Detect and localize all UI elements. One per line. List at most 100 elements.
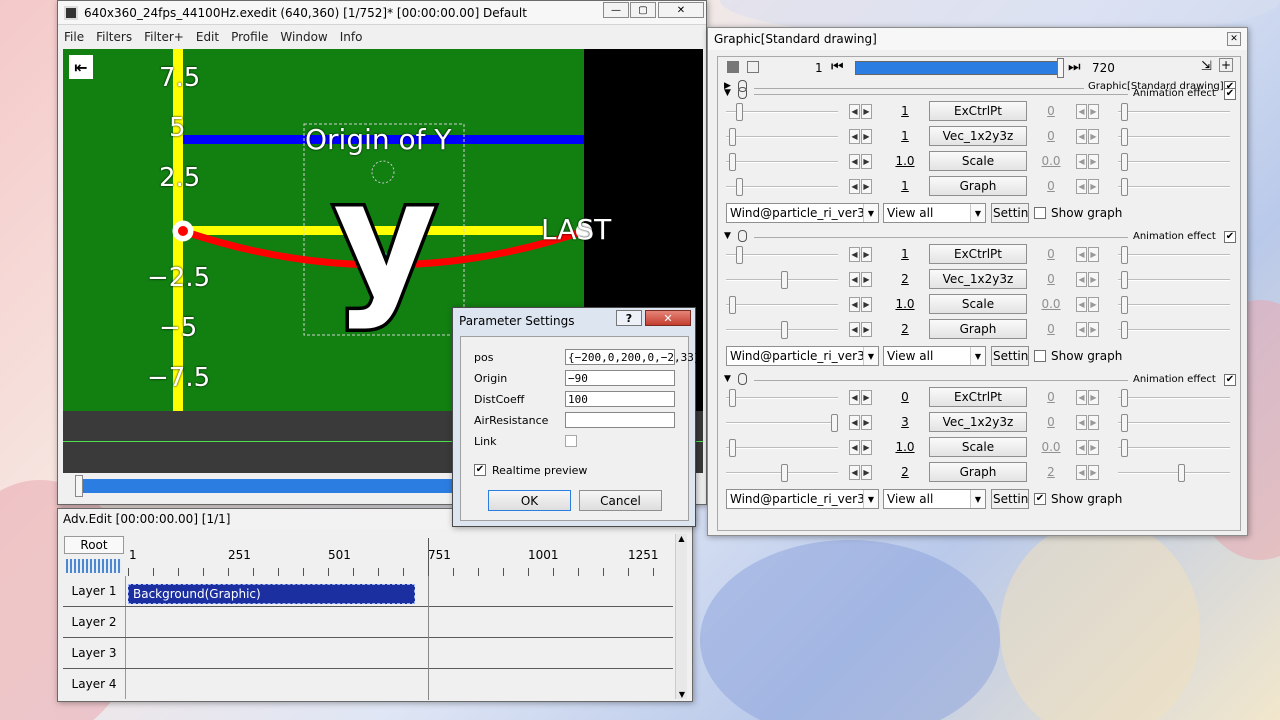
param-button[interactable]: Vec_1x2y3z (929, 269, 1027, 289)
right-slider-track[interactable] (1118, 161, 1230, 163)
right-value[interactable]: 0 (1039, 322, 1063, 336)
right-slider-track[interactable] (1118, 447, 1230, 449)
increment-arrow[interactable]: ▶ (861, 297, 872, 312)
collapse-arrow-icon[interactable]: ▼ (724, 231, 731, 241)
distcoeff-field[interactable]: 100 (565, 391, 675, 407)
close-button[interactable]: ✕ (658, 2, 704, 18)
clip-background-graphic[interactable]: Background(Graphic) (128, 584, 415, 604)
decrement-arrow[interactable]: ◀ (849, 179, 860, 194)
view-select[interactable]: View all ▼ (883, 346, 986, 366)
decrement-arrow[interactable]: ◀ (1076, 415, 1087, 430)
left-slider-track[interactable] (726, 447, 838, 449)
right-value[interactable]: 0.0 (1039, 440, 1063, 454)
increment-arrow[interactable]: ▶ (861, 129, 872, 144)
frame-slider-thumb[interactable] (1057, 58, 1064, 78)
left-value[interactable]: 1.0 (893, 440, 917, 454)
right-slider-track[interactable] (1118, 186, 1230, 188)
realtime-preview-checkbox[interactable]: ✔ (474, 464, 486, 476)
scroll-down-arrow[interactable]: ▼ (676, 690, 688, 699)
link-checkbox[interactable] (565, 435, 577, 447)
param-close-button[interactable]: ✕ (645, 310, 691, 326)
cancel-button[interactable]: Cancel (579, 490, 662, 511)
increment-arrow[interactable]: ▶ (1088, 322, 1099, 337)
frame-icon[interactable] (747, 61, 759, 73)
script-select[interactable]: Wind@particle_ri_ver3 ▼ (726, 489, 879, 509)
increment-arrow[interactable]: ▶ (1088, 272, 1099, 287)
rewind-icon[interactable]: ⏮ (831, 59, 844, 75)
right-value[interactable]: 0 (1039, 390, 1063, 404)
right-slider-thumb[interactable] (1178, 464, 1185, 482)
show-graph-checkbox[interactable]: ✔ (1034, 493, 1046, 505)
left-value[interactable]: 0 (893, 390, 917, 404)
right-slider-thumb[interactable] (1121, 271, 1128, 289)
view-select[interactable]: View all ▼ (883, 203, 986, 223)
graphic-close-button[interactable]: ✕ (1227, 32, 1241, 46)
increment-arrow[interactable]: ▶ (861, 322, 872, 337)
left-slider-thumb[interactable] (729, 153, 736, 171)
origin-field[interactable]: −90 (565, 370, 675, 386)
left-slider-thumb[interactable] (781, 464, 788, 482)
menu-filter-plus[interactable]: Filter+ (138, 30, 190, 44)
add-filter-icon[interactable]: + (1219, 58, 1233, 72)
left-value[interactable]: 2 (893, 272, 917, 286)
increment-arrow[interactable]: ▶ (1088, 104, 1099, 119)
setting-button[interactable]: Setting (991, 489, 1029, 509)
param-help-button[interactable]: ? (616, 310, 642, 326)
right-slider-thumb[interactable] (1121, 103, 1128, 121)
decrement-arrow[interactable]: ◀ (1076, 154, 1087, 169)
section-enable-checkbox[interactable]: ✔ (1224, 88, 1236, 100)
script-select[interactable]: Wind@particle_ri_ver3 ▼ (726, 346, 879, 366)
right-slider-track[interactable] (1118, 422, 1230, 424)
right-slider-thumb[interactable] (1121, 246, 1128, 264)
right-slider-thumb[interactable] (1121, 153, 1128, 171)
left-slider-thumb[interactable] (831, 414, 838, 432)
left-slider-track[interactable] (726, 136, 838, 138)
right-value[interactable]: 0 (1039, 179, 1063, 193)
increment-arrow[interactable]: ▶ (861, 104, 872, 119)
left-slider-thumb[interactable] (736, 178, 743, 196)
right-slider-track[interactable] (1118, 329, 1230, 331)
param-button[interactable]: Graph (929, 176, 1027, 196)
show-graph-checkbox[interactable] (1034, 207, 1046, 219)
right-value[interactable]: 2 (1039, 465, 1063, 479)
section-enable-checkbox[interactable]: ✔ (1224, 231, 1236, 243)
decrement-arrow[interactable]: ◀ (1076, 104, 1087, 119)
increment-arrow[interactable]: ▶ (1088, 179, 1099, 194)
seek-thumb[interactable] (75, 475, 83, 497)
decrement-arrow[interactable]: ◀ (849, 440, 860, 455)
left-value[interactable]: 2 (893, 322, 917, 336)
increment-arrow[interactable]: ▶ (1088, 390, 1099, 405)
right-value[interactable]: 0 (1039, 415, 1063, 429)
left-slider-thumb[interactable] (736, 246, 743, 264)
left-value[interactable]: 1 (893, 104, 917, 118)
decrement-arrow[interactable]: ◀ (1076, 129, 1087, 144)
left-value[interactable]: 1.0 (893, 154, 917, 168)
section-enable-checkbox[interactable]: ✔ (1224, 374, 1236, 386)
left-slider-thumb[interactable] (729, 439, 736, 457)
script-select[interactable]: Wind@particle_ri_ver3 ▼ (726, 203, 879, 223)
menu-info[interactable]: Info (334, 30, 369, 44)
param-button[interactable]: Scale (929, 437, 1027, 457)
increment-arrow[interactable]: ▶ (1088, 465, 1099, 480)
right-slider-track[interactable] (1118, 111, 1230, 113)
increment-arrow[interactable]: ▶ (1088, 415, 1099, 430)
param-button[interactable]: ExCtrlPt (929, 244, 1027, 264)
increment-arrow[interactable]: ▶ (861, 179, 872, 194)
decrement-arrow[interactable]: ◀ (1076, 390, 1087, 405)
left-value[interactable]: 1 (893, 179, 917, 193)
param-button[interactable]: Scale (929, 151, 1027, 171)
increment-arrow[interactable]: ▶ (1088, 129, 1099, 144)
left-slider-track[interactable] (726, 161, 838, 163)
left-value[interactable]: 1 (893, 247, 917, 261)
decrement-arrow[interactable]: ◀ (1076, 297, 1087, 312)
left-slider-thumb[interactable] (736, 103, 743, 121)
fast-forward-icon[interactable]: ⏭ (1068, 59, 1081, 75)
right-slider-track[interactable] (1118, 397, 1230, 399)
left-slider-track[interactable] (726, 397, 838, 399)
decrement-arrow[interactable]: ◀ (849, 129, 860, 144)
decrement-arrow[interactable]: ◀ (849, 272, 860, 287)
right-slider-thumb[interactable] (1121, 321, 1128, 339)
decrement-arrow[interactable]: ◀ (849, 104, 860, 119)
show-graph-checkbox[interactable] (1034, 350, 1046, 362)
decrement-arrow[interactable]: ◀ (849, 465, 860, 480)
